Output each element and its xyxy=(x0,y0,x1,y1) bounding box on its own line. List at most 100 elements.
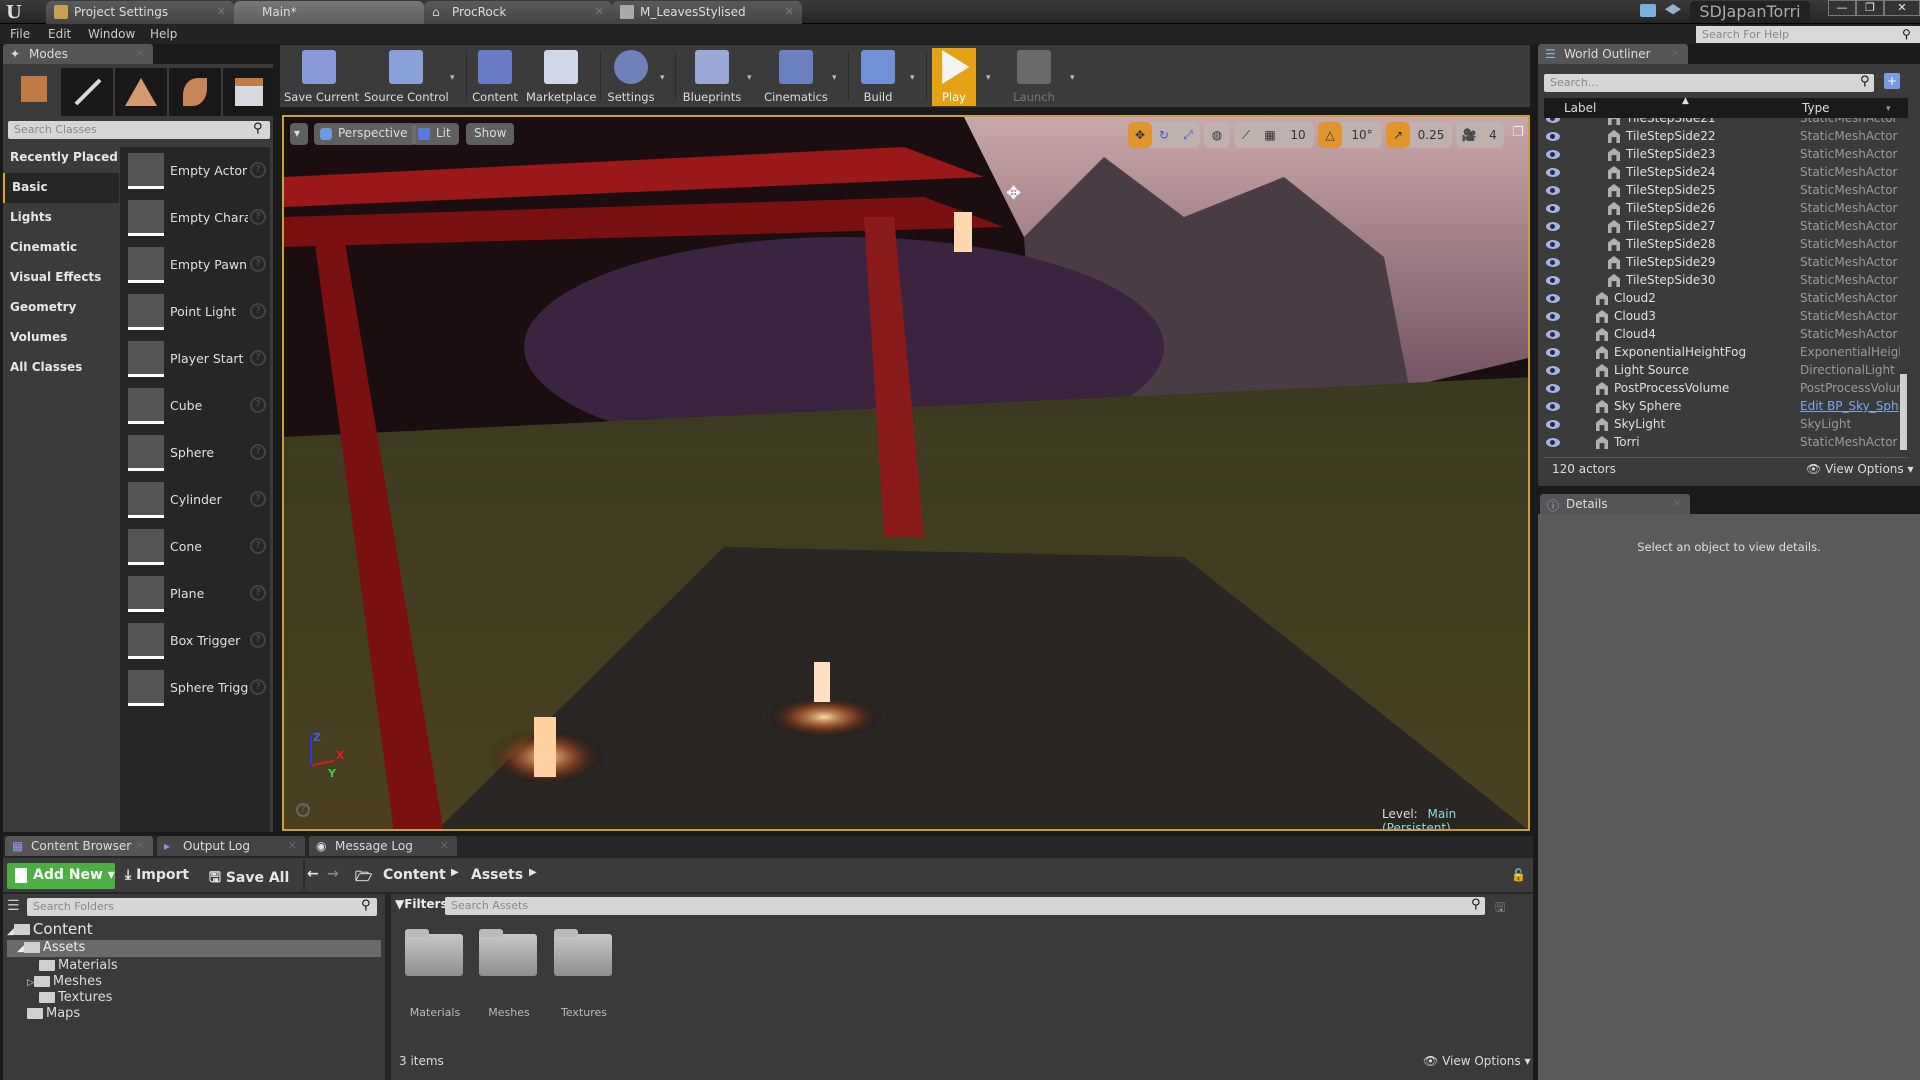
column-label[interactable]: Label xyxy=(1564,101,1596,115)
close-tab-icon[interactable]: ✕ xyxy=(595,5,604,18)
menu-edit[interactable]: Edit xyxy=(48,27,71,41)
menu-file[interactable]: File xyxy=(10,27,30,41)
tab-message-log[interactable]: ◉ Message Log ✕ xyxy=(309,836,457,856)
outliner-row[interactable]: PostProcessVolume PostProcessVolur xyxy=(1538,380,1908,398)
outliner-row[interactable]: TileStepSide21 StaticMeshActor xyxy=(1538,118,1908,128)
outliner-row[interactable]: TileStepSide23 StaticMeshActor xyxy=(1538,146,1908,164)
import-button[interactable]: ⤓ Import xyxy=(125,867,189,883)
lit-button[interactable]: Lit xyxy=(412,123,459,145)
outliner-row[interactable]: TileStepSide26 StaticMeshActor xyxy=(1538,200,1908,218)
visibility-eye-icon[interactable] xyxy=(1546,118,1560,123)
place-item-player-start[interactable]: Player Start? xyxy=(128,341,268,383)
search-folders-input[interactable]: Search Folders xyxy=(27,898,377,916)
cinematics-dropdown[interactable]: ▾ xyxy=(832,73,837,83)
show-button[interactable]: Show xyxy=(466,123,515,145)
category-basic[interactable]: Basic xyxy=(3,173,119,203)
tree-item-materials[interactable]: Materials xyxy=(39,958,118,973)
help-search-input[interactable]: Search For Help xyxy=(1696,26,1920,43)
scale-tool-icon[interactable]: ⤢ xyxy=(1176,122,1200,148)
visibility-eye-icon[interactable] xyxy=(1546,186,1560,195)
search-classes-input[interactable]: Search Classes xyxy=(8,121,270,139)
place-item-box-trigger[interactable]: Box Trigger? xyxy=(128,623,268,665)
visibility-eye-icon[interactable] xyxy=(1546,240,1560,249)
place-item-cone[interactable]: Cone? xyxy=(128,529,268,571)
column-type[interactable]: Type xyxy=(1802,101,1830,115)
minimize-button[interactable]: — xyxy=(1828,0,1856,16)
visibility-eye-icon[interactable] xyxy=(1546,132,1560,141)
outliner-row[interactable]: TileStepSide22 StaticMeshActor xyxy=(1538,128,1908,146)
menu-window[interactable]: Window xyxy=(88,27,135,41)
settings-dropdown[interactable]: ▾ xyxy=(660,73,665,83)
category-lights[interactable]: Lights xyxy=(3,203,119,233)
rotation-snap-value[interactable]: 10° xyxy=(1342,122,1382,148)
level-viewport[interactable]: ▾ Perspective Lit Show ✥ ↻ ⤢ ◍ ⟋ ▦ 10 △ … xyxy=(282,115,1530,831)
outliner-row[interactable]: TileStepSide24 StaticMeshActor xyxy=(1538,164,1908,182)
visibility-eye-icon[interactable] xyxy=(1546,294,1560,303)
help-icon[interactable]: ? xyxy=(250,538,266,554)
content-button[interactable]: Content xyxy=(470,48,520,106)
close-tab-icon[interactable]: ✕ xyxy=(785,5,794,18)
maximize-button[interactable]: ❐ xyxy=(1856,0,1884,16)
tree-item-assets[interactable]: ◢ Assets xyxy=(17,940,85,955)
world-outliner-tab[interactable]: ☰ World Outliner ✕ xyxy=(1538,44,1688,64)
visibility-eye-icon[interactable] xyxy=(1546,420,1560,429)
tab-output-log[interactable]: ▸ Output Log ✕ xyxy=(157,836,305,856)
actor-type[interactable]: Edit BP_Sky_Sph xyxy=(1800,399,1900,413)
maximize-viewport-icon[interactable]: ❐ xyxy=(1512,125,1524,140)
help-icon[interactable]: ? xyxy=(250,397,266,413)
place-item-empty-character[interactable]: Empty Chara? xyxy=(128,200,268,242)
close-tab-icon[interactable]: ✕ xyxy=(217,5,226,18)
outliner-row[interactable]: Sky Sphere Edit BP_Sky_Sph xyxy=(1538,398,1908,416)
place-mode-button[interactable] xyxy=(7,68,59,116)
close-tab-icon[interactable]: ✕ xyxy=(440,839,449,852)
visibility-eye-icon[interactable] xyxy=(1546,258,1560,267)
back-button[interactable]: ← xyxy=(307,866,319,882)
build-button[interactable]: Build xyxy=(854,48,902,106)
source-control-dropdown[interactable]: ▾ xyxy=(450,73,455,83)
help-icon[interactable]: ? xyxy=(250,350,266,366)
place-item-plane[interactable]: Plane? xyxy=(128,576,268,618)
blueprints-button[interactable]: Blueprints xyxy=(682,48,742,106)
geometry-mode-button[interactable] xyxy=(223,68,275,116)
place-item-empty-pawn[interactable]: Empty Pawn? xyxy=(128,247,268,289)
save-all-button[interactable]: 🖫 Save All xyxy=(209,867,289,891)
outliner-row[interactable]: Cloud3 StaticMeshActor xyxy=(1538,308,1908,326)
play-dropdown[interactable]: ▾ xyxy=(986,73,991,83)
tab-m-leavesstylised[interactable]: M_LeavesStylised ✕ xyxy=(612,1,802,24)
visibility-eye-icon[interactable] xyxy=(1546,384,1560,393)
close-tab-icon[interactable]: ✕ xyxy=(288,839,297,852)
play-button[interactable]: Play xyxy=(932,48,976,106)
modes-tab[interactable]: ✦ Modes ✕ xyxy=(3,44,153,64)
close-tab-icon[interactable]: ✕ xyxy=(1673,497,1682,510)
marketplace-button[interactable]: Marketplace xyxy=(526,48,596,106)
outliner-row[interactable]: TileStepSide27 StaticMeshActor xyxy=(1538,218,1908,236)
outliner-row[interactable]: TileStepSide30 StaticMeshActor xyxy=(1538,272,1908,290)
launch-dropdown[interactable]: ▾ xyxy=(1070,73,1075,83)
help-icon[interactable]: ? xyxy=(250,209,266,225)
visibility-eye-icon[interactable] xyxy=(1546,168,1560,177)
asset-folder-materials[interactable]: Materials xyxy=(403,929,467,1034)
collapse-sources-icon[interactable]: ☰ xyxy=(7,898,20,914)
foliage-mode-button[interactable] xyxy=(169,68,221,116)
category-recently-placed[interactable]: Recently Placed xyxy=(3,143,119,173)
expand-arrow-icon[interactable]: ▷ xyxy=(27,978,34,988)
source-control-button[interactable]: Source Control xyxy=(364,48,449,106)
close-tab-icon[interactable]: ✕ xyxy=(136,839,145,852)
viewport-options-dropdown[interactable]: ▾ xyxy=(290,123,308,145)
help-icon[interactable]: ? xyxy=(250,444,266,460)
outliner-scrollbar[interactable] xyxy=(1900,374,1907,450)
learn-icon[interactable] xyxy=(1665,4,1681,15)
outliner-row[interactable]: TileStepSide25 StaticMeshActor xyxy=(1538,182,1908,200)
feedback-icon[interactable] xyxy=(1640,4,1656,17)
close-tab-icon[interactable]: ✕ xyxy=(136,47,145,60)
help-icon[interactable]: ? xyxy=(250,679,266,695)
landscape-mode-button[interactable] xyxy=(115,68,167,116)
help-icon[interactable]: ? xyxy=(250,256,266,272)
menu-help[interactable]: Help xyxy=(150,27,177,41)
tab-main[interactable]: Main* xyxy=(234,1,424,24)
search-assets-input[interactable]: Search Assets xyxy=(445,897,1485,915)
outliner-row[interactable]: Light Source DirectionalLight xyxy=(1538,362,1908,380)
place-item-empty-actor[interactable]: Empty Actor? xyxy=(128,153,268,195)
perspective-button[interactable]: Perspective xyxy=(314,123,416,145)
forward-button[interactable]: → xyxy=(327,866,339,882)
